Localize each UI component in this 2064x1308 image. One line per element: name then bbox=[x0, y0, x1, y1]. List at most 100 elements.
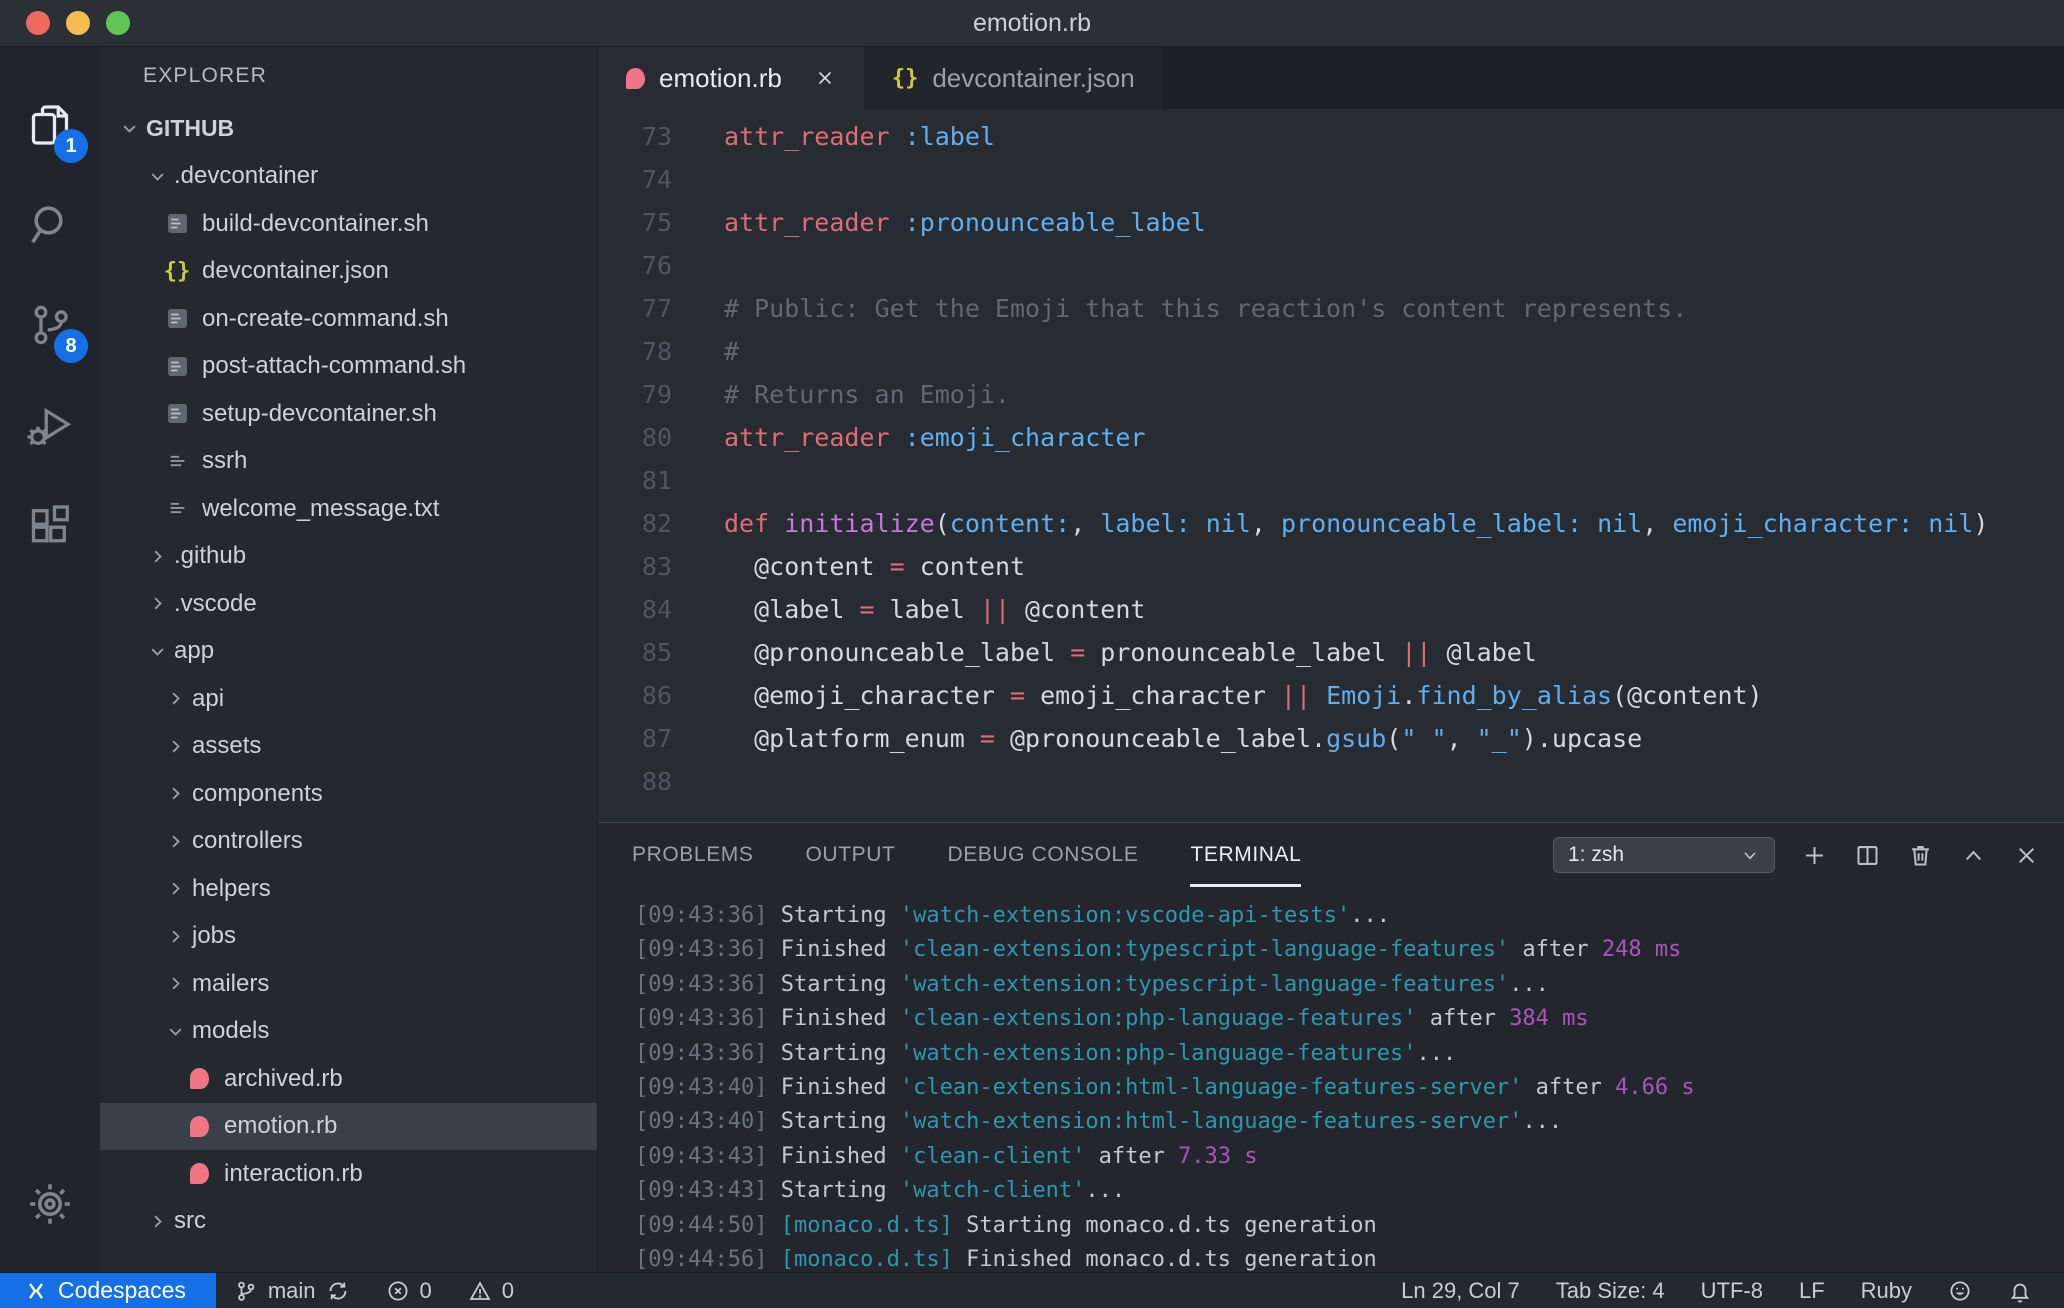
terminal-token: after bbox=[1085, 1143, 1179, 1169]
close-tab-button[interactable] bbox=[814, 67, 836, 89]
tree-item-emotion.rb[interactable]: emotion.rb bbox=[100, 1102, 597, 1150]
chevron-right-icon bbox=[162, 927, 188, 946]
code-line: 83 @content = content bbox=[598, 545, 2064, 588]
code-token: || bbox=[979, 595, 1010, 624]
code-line: 75 attr_reader :pronounceable_label bbox=[598, 201, 2064, 244]
status-feedback[interactable] bbox=[1930, 1273, 1990, 1308]
status-branch[interactable]: main bbox=[216, 1273, 368, 1308]
activity-item-extensions[interactable] bbox=[0, 475, 100, 575]
code-token: = bbox=[859, 595, 875, 624]
tree-item-label: jobs bbox=[192, 922, 237, 950]
tab-label: devcontainer.json bbox=[932, 62, 1135, 93]
status-warning-count[interactable]: 0 bbox=[450, 1273, 532, 1308]
split-terminal-button[interactable] bbox=[1854, 842, 1881, 869]
activity-badge: 1 bbox=[54, 129, 88, 163]
new-terminal-button[interactable] bbox=[1801, 842, 1828, 869]
tree-item-src[interactable]: src bbox=[100, 1198, 597, 1246]
tree-item-helpers[interactable]: helpers bbox=[100, 865, 597, 913]
terminal-token: ... bbox=[1522, 1109, 1563, 1135]
tree-item-setup-devcontainer.sh[interactable]: setup-devcontainer.sh bbox=[100, 390, 597, 438]
panel-tab-debug-console[interactable]: DEBUG CONSOLE bbox=[947, 823, 1138, 887]
tab-devcontainer.json[interactable]: {} devcontainer.json bbox=[863, 47, 1164, 109]
tab-label: emotion.rb bbox=[659, 62, 782, 93]
tree-item-ssrh[interactable]: ssrh bbox=[100, 438, 597, 486]
json-file-icon: {} bbox=[162, 259, 192, 284]
code-token: :emoji_character bbox=[904, 423, 1146, 452]
tree-item-GITHUB[interactable]: GITHUB bbox=[100, 105, 597, 153]
panel-tab-terminal[interactable]: TERMINAL bbox=[1190, 823, 1302, 887]
line-number: 83 bbox=[641, 552, 672, 581]
panel-tab-output[interactable]: OUTPUT bbox=[806, 823, 896, 887]
kill-terminal-button[interactable] bbox=[1907, 842, 1934, 869]
status-tab-size[interactable]: Tab Size: 4 bbox=[1538, 1273, 1683, 1308]
code-text: @platform_enum = @pronounceable_label.gs… bbox=[672, 717, 1642, 760]
tree-item-api[interactable]: api bbox=[100, 675, 597, 723]
code-line: 78 # bbox=[598, 330, 2064, 373]
tree-item-components[interactable]: components bbox=[100, 770, 597, 818]
code-token: :pronounceable_label bbox=[904, 208, 1206, 237]
tree-item-controllers[interactable]: controllers bbox=[100, 818, 597, 866]
status-error-count-label: 0 bbox=[419, 1277, 432, 1303]
tree-item-on-create-command.sh[interactable]: on-create-command.sh bbox=[100, 295, 597, 343]
ruby-file-icon bbox=[184, 1115, 214, 1137]
code-text: @emoji_character = emoji_character || Em… bbox=[672, 674, 1763, 717]
explorer-sidebar: EXPLORER GITHUB .devcontainer build-devcon… bbox=[100, 47, 598, 1272]
terminal-token: Finished bbox=[767, 1075, 900, 1101]
status-cursor-position[interactable]: Ln 29, Col 7 bbox=[1383, 1273, 1538, 1308]
tree-item-app[interactable]: app bbox=[100, 628, 597, 676]
terminal-token: 384 ms bbox=[1509, 1006, 1589, 1032]
tree-item-build-devcontainer.sh[interactable]: build-devcontainer.sh bbox=[100, 200, 597, 248]
activity-item-search[interactable] bbox=[0, 175, 100, 275]
tree-item-models[interactable]: models bbox=[100, 1008, 597, 1056]
panel-tab-problems[interactable]: PROBLEMS bbox=[632, 823, 754, 887]
ruby-file-icon bbox=[189, 1115, 209, 1137]
status-warning-count-label: 0 bbox=[501, 1277, 515, 1303]
activity-item-run-debug[interactable] bbox=[0, 375, 100, 475]
activity-badge: 8 bbox=[54, 329, 88, 363]
tree-item-label: .github bbox=[174, 542, 247, 570]
activity-item-source-control[interactable]: 8 bbox=[0, 275, 100, 375]
code-editor[interactable]: 73 attr_reader :label 74 75 attr_reader :pro… bbox=[598, 109, 2064, 822]
maximize-panel-button[interactable] bbox=[1960, 842, 1987, 869]
code-text: attr_reader :pronounceable_label bbox=[672, 201, 1206, 244]
tree-item-jobs[interactable]: jobs bbox=[100, 913, 597, 961]
terminal-token: 248 ms bbox=[1601, 937, 1682, 963]
tree-item-welcome_message.txt[interactable]: welcome_message.txt bbox=[100, 485, 597, 533]
status-codespaces[interactable]: Codespaces bbox=[0, 1272, 216, 1308]
activity-item-explorer[interactable]: 1 bbox=[0, 75, 100, 175]
tree-item-post-attach-command.sh[interactable]: post-attach-command.sh bbox=[100, 343, 597, 391]
activity-bar: 18 bbox=[0, 47, 100, 1272]
code-token: ( bbox=[1386, 724, 1402, 753]
tree-item-label: assets bbox=[192, 732, 262, 760]
code-token: @pronounceable_label bbox=[724, 638, 1071, 667]
tree-item-.github[interactable]: .github bbox=[100, 533, 597, 581]
status-notifications[interactable] bbox=[1990, 1273, 2050, 1308]
terminal-token: [09:43:40] bbox=[635, 1075, 768, 1101]
tree-item-.vscode[interactable]: .vscode bbox=[100, 580, 597, 628]
tree-item-devcontainer.json[interactable]: {} devcontainer.json bbox=[100, 248, 597, 296]
tree-item-assets[interactable]: assets bbox=[100, 723, 597, 771]
terminal-token: ... bbox=[1350, 903, 1390, 928]
tree-item-interaction.rb[interactable]: interaction.rb bbox=[100, 1150, 597, 1198]
status-error-count[interactable]: 0 bbox=[368, 1273, 450, 1308]
tree-item-archived.rb[interactable]: archived.rb bbox=[100, 1055, 597, 1103]
terminal-output[interactable]: [09:43:36] Starting 'watch-extension:vsc… bbox=[598, 887, 2064, 1277]
status-encoding[interactable]: UTF-8 bbox=[1683, 1273, 1781, 1308]
json-file-icon: {} bbox=[891, 65, 919, 91]
activity-item-settings[interactable] bbox=[0, 1154, 100, 1254]
tree-item-.devcontainer[interactable]: .devcontainer bbox=[100, 153, 597, 201]
tree-item-mailers[interactable]: mailers bbox=[100, 960, 597, 1008]
code-token: nil bbox=[1597, 509, 1643, 538]
terminal-token: [09:43:36] bbox=[635, 937, 768, 963]
tree-item-label: devcontainer.json bbox=[202, 257, 389, 285]
tab-emotion.rb[interactable]: emotion.rb bbox=[598, 47, 864, 109]
code-token: content bbox=[904, 552, 1026, 581]
code-line: 74 bbox=[598, 158, 2064, 201]
terminal-picker[interactable]: 1: zsh bbox=[1553, 837, 1775, 873]
close-panel-button[interactable] bbox=[2013, 842, 2040, 869]
status-eol[interactable]: LF bbox=[1781, 1273, 1843, 1308]
status-language-mode[interactable]: Ruby bbox=[1843, 1273, 1930, 1308]
code-token: ) bbox=[1973, 509, 1989, 538]
